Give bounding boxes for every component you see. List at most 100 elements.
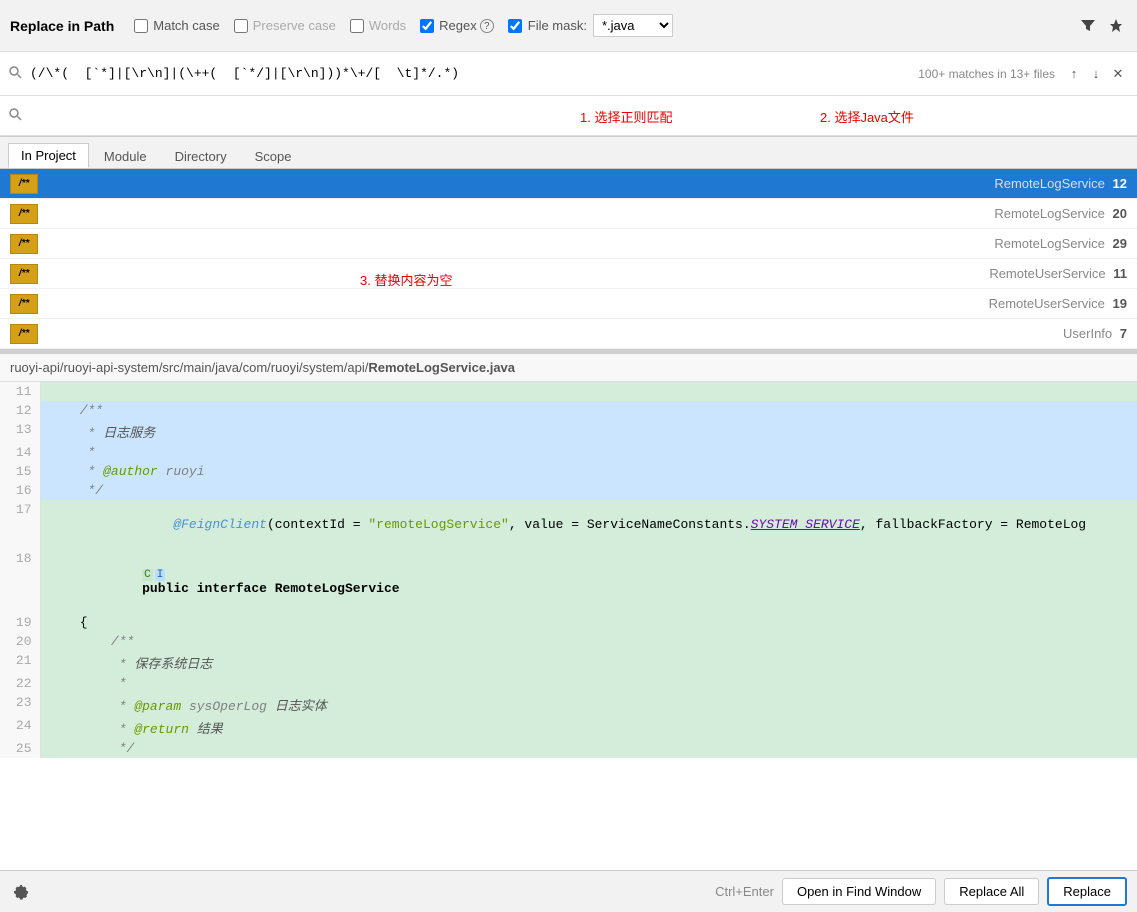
tab-scope[interactable]: Scope xyxy=(242,144,305,168)
code-line-20: 20 /** xyxy=(0,632,1137,651)
line-content: * xyxy=(40,443,1137,462)
line-number: 18 xyxy=(0,549,40,613)
line-number: 19 xyxy=(0,613,40,632)
regex-label-wrap: Regex ? xyxy=(439,18,494,33)
code-line-23: 23 * @param sysOperLog 日志实体 xyxy=(0,693,1137,716)
navigate-prev-icon[interactable]: ↑ xyxy=(1063,63,1085,85)
filter-icon[interactable] xyxy=(1077,15,1099,37)
replace-row xyxy=(0,96,1137,136)
words-group[interactable]: Words xyxy=(350,18,406,33)
code-line-19: 19 { xyxy=(0,613,1137,632)
line-number: 12 xyxy=(0,401,40,420)
tab-module[interactable]: Module xyxy=(91,144,160,168)
code-line-14: 14 * xyxy=(0,443,1137,462)
result-file-icon: /** xyxy=(10,294,38,314)
regex-checkbox[interactable] xyxy=(420,19,434,33)
match-count: 100+ matches in 13+ files xyxy=(918,67,1055,81)
code-line-11: 11 xyxy=(0,382,1137,401)
result-item[interactable]: /** RemoteLogService 12 xyxy=(0,169,1137,199)
line-content: * 保存系统日志 xyxy=(40,651,1137,674)
file-mask-group[interactable]: File mask: *.java xyxy=(508,14,673,37)
line-number: 22 xyxy=(0,674,40,693)
file-path-bar: ruoyi-api/ruoyi-api-system/src/main/java… xyxy=(0,354,1137,382)
search-input[interactable] xyxy=(30,66,918,81)
search-area: 100+ matches in 13+ files ↑ ↓ ✕ xyxy=(0,52,1137,137)
file-mask-label: File mask: xyxy=(528,18,587,33)
open-find-window-button[interactable]: Open in Find Window xyxy=(782,878,936,905)
code-line-13: 13 * 日志服务 xyxy=(0,420,1137,443)
settings-icon[interactable] xyxy=(10,881,32,903)
line-number: 21 xyxy=(0,651,40,674)
result-line: 19 xyxy=(1109,296,1127,311)
file-mask-select[interactable]: *.java xyxy=(593,14,673,37)
result-item[interactable]: /** RemoteUserService 11 xyxy=(0,259,1137,289)
result-item[interactable]: /** UserInfo 7 xyxy=(0,319,1137,349)
line-content: */ xyxy=(40,481,1137,500)
navigate-next-icon[interactable]: ↓ xyxy=(1085,63,1107,85)
results-list: /** RemoteLogService 12 /** RemoteLogSer… xyxy=(0,169,1137,350)
regex-group[interactable]: Regex ? xyxy=(420,18,494,33)
tab-directory[interactable]: Directory xyxy=(162,144,240,168)
tabs-row: In Project Module Directory Scope xyxy=(0,137,1137,169)
line-number: 24 xyxy=(0,716,40,739)
line-number: 25 xyxy=(0,739,40,758)
result-line: 12 xyxy=(1109,176,1127,191)
result-item[interactable]: /** RemoteLogService 20 xyxy=(0,199,1137,229)
result-file-icon: /** xyxy=(10,174,38,194)
bottom-bar: Ctrl+Enter Open in Find Window Replace A… xyxy=(0,870,1137,912)
keyboard-shortcut: Ctrl+Enter xyxy=(715,884,774,899)
result-file-icon: /** xyxy=(10,204,38,224)
tab-in-project[interactable]: In Project xyxy=(8,143,89,168)
result-filename: RemoteLogService xyxy=(994,236,1105,251)
result-line: 29 xyxy=(1109,236,1127,251)
result-file-icon: /** xyxy=(10,234,38,254)
annotation-3: 3. 替换内容为空 xyxy=(360,270,452,289)
line-number: 16 xyxy=(0,481,40,500)
match-case-label: Match case xyxy=(153,18,219,33)
replace-icon xyxy=(8,107,22,124)
line-number: 14 xyxy=(0,443,40,462)
words-checkbox[interactable] xyxy=(350,19,364,33)
result-filename: RemoteLogService xyxy=(994,206,1105,221)
impl-icon: C xyxy=(142,569,153,581)
code-line-16: 16 */ xyxy=(0,481,1137,500)
line-content xyxy=(40,382,1137,401)
search-row: 100+ matches in 13+ files ↑ ↓ ✕ xyxy=(0,52,1137,96)
result-line: 11 xyxy=(1110,266,1127,281)
header-icons xyxy=(1077,15,1127,37)
match-case-checkbox[interactable] xyxy=(134,19,148,33)
line-number: 20 xyxy=(0,632,40,651)
file-path-prefix: ruoyi-api/ruoyi-api-system/src/main/java… xyxy=(10,360,368,375)
pin-icon[interactable] xyxy=(1105,15,1127,37)
result-filename: RemoteLogService xyxy=(994,176,1105,191)
code-line-24: 24 * @return 结果 xyxy=(0,716,1137,739)
line-content: /** xyxy=(40,632,1137,651)
result-filename: RemoteUserService xyxy=(989,296,1105,311)
line-content: */ xyxy=(40,739,1137,758)
result-line: 20 xyxy=(1109,206,1127,221)
line-number: 17 xyxy=(0,500,40,549)
replace-all-button[interactable]: Replace All xyxy=(944,878,1039,905)
file-mask-checkbox[interactable] xyxy=(508,19,522,33)
line-number: 13 xyxy=(0,420,40,443)
dialog-title: Replace in Path xyxy=(10,18,114,34)
line-content: C I public interface RemoteLogService xyxy=(40,549,1137,613)
preserve-case-label: Preserve case xyxy=(253,18,336,33)
words-label: Words xyxy=(369,18,406,33)
line-content: * @param sysOperLog 日志实体 xyxy=(40,693,1137,716)
preserve-case-group[interactable]: Preserve case xyxy=(234,18,336,33)
match-case-group[interactable]: Match case xyxy=(134,18,219,33)
line-content: /** xyxy=(40,401,1137,420)
code-line-22: 22 * xyxy=(0,674,1137,693)
replace-button[interactable]: Replace xyxy=(1047,877,1127,906)
regex-help-icon[interactable]: ? xyxy=(480,19,494,33)
main-container: Replace in Path Match case Preserve case… xyxy=(0,0,1137,912)
preserve-case-checkbox[interactable] xyxy=(234,19,248,33)
result-item[interactable]: /** RemoteLogService 29 xyxy=(0,229,1137,259)
result-file-icon: /** xyxy=(10,264,38,284)
code-area: 11 12 /** 13 * 日志服务 14 * xyxy=(0,382,1137,870)
close-search-icon[interactable]: ✕ xyxy=(1107,63,1129,85)
result-item[interactable]: /** RemoteUserService 19 xyxy=(0,289,1137,319)
line-content: { xyxy=(40,613,1137,632)
result-filename: UserInfo xyxy=(1063,326,1112,341)
